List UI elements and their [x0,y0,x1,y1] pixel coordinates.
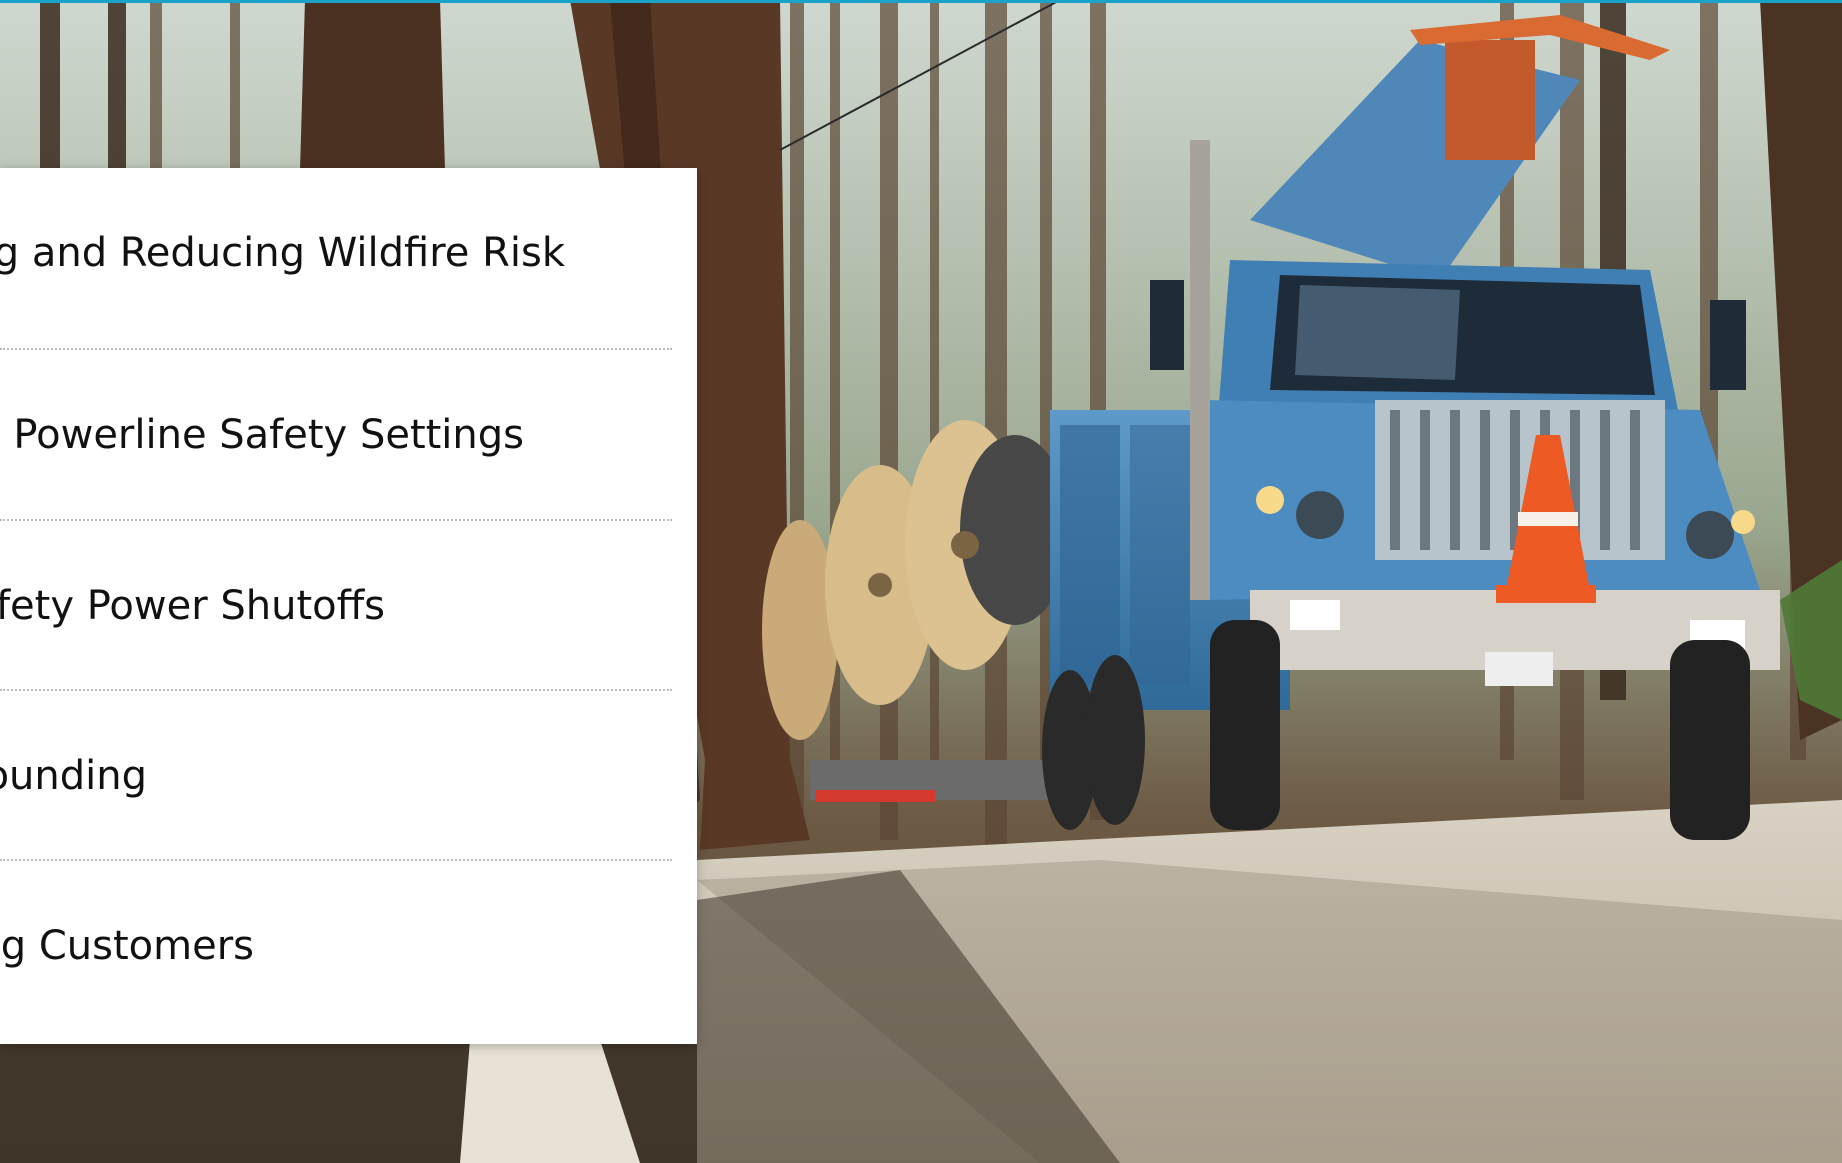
menu-item-label: ng Customers [0,923,254,969]
menu-item-label: ounding [0,753,147,799]
menu-item-powerline-safety-settings[interactable]: d Powerline Safety Settings [0,350,672,520]
menu-item-label: d Powerline Safety Settings [0,412,524,458]
top-accent-bar [0,0,1842,3]
menu-item-label: ng and Reducing Wildfire Risk [0,230,565,276]
menu-item-reducing-wildfire-risk[interactable]: ng and Reducing Wildfire Risk [0,168,672,338]
menu-item-undergrounding[interactable]: ounding [0,691,672,861]
menu-item-label: fety Power Shutoffs [0,583,385,629]
menu-item-safety-power-shutoffs[interactable]: fety Power Shutoffs [0,521,672,691]
menu-item-supporting-customers[interactable]: ng Customers [0,861,672,1031]
topic-menu-panel: ng and Reducing Wildfire Risk d Powerlin… [0,168,697,1044]
